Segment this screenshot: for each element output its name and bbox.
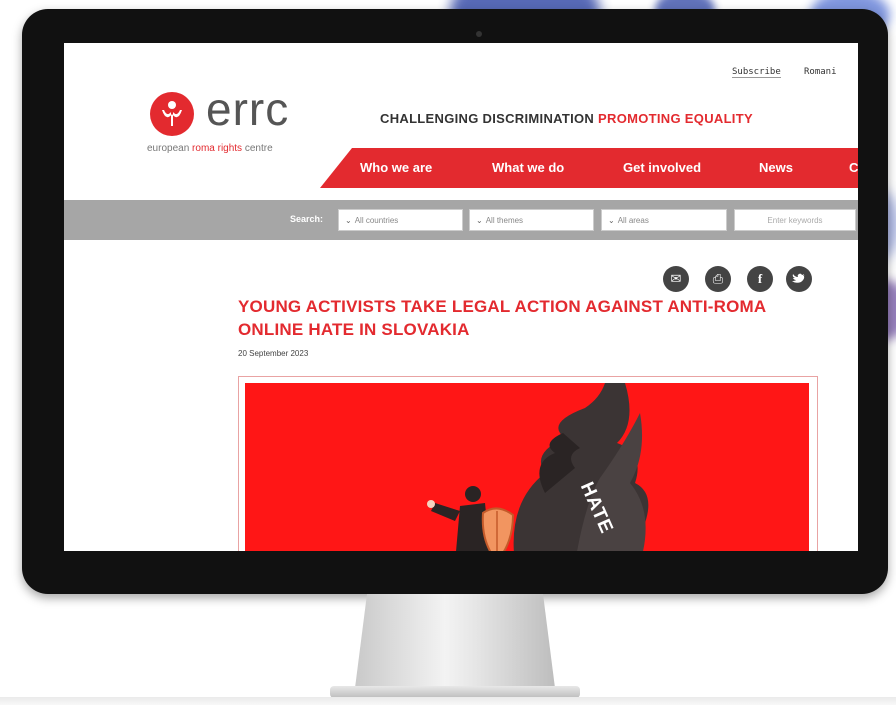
webcam-dot: [476, 31, 482, 37]
floor-shadow: [0, 697, 896, 705]
twitter-icon[interactable]: [786, 266, 812, 292]
monitor-stand: [355, 594, 555, 688]
search-label: Search:: [290, 214, 324, 224]
chevron-down-icon: ⌄: [345, 216, 352, 225]
chevron-down-icon: ⌄: [608, 216, 615, 225]
logo-subtitle: european roma rights centre: [147, 143, 273, 154]
site-tagline: CHALLENGING DISCRIMINATION PROMOTING EQU…: [380, 111, 753, 126]
language-link[interactable]: Romani: [804, 67, 837, 77]
nav-contact-truncated[interactable]: C: [849, 160, 858, 175]
errc-wordmark[interactable]: errc: [206, 83, 289, 135]
facebook-icon[interactable]: f: [747, 266, 773, 292]
keywords-input[interactable]: Enter keywords: [734, 209, 856, 231]
hero-illustration: HATE: [245, 383, 809, 551]
nav-what-we-do[interactable]: What we do: [492, 160, 564, 175]
themes-select[interactable]: ⌄ All themes: [469, 209, 594, 231]
nav-who-we-are[interactable]: Who we are: [360, 160, 432, 175]
nav-get-involved[interactable]: Get involved: [623, 160, 701, 175]
chevron-down-icon: ⌄: [476, 216, 483, 225]
browser-screen: Subscribe Romani errc european roma righ…: [64, 43, 858, 551]
errc-logo-icon[interactable]: [150, 92, 194, 136]
areas-select[interactable]: ⌄ All areas: [601, 209, 727, 231]
nav-news[interactable]: News: [759, 160, 793, 175]
email-icon[interactable]: ✉: [663, 266, 689, 292]
countries-select[interactable]: ⌄ All countries: [338, 209, 463, 231]
print-icon[interactable]: ⎙: [705, 266, 731, 292]
article-date: 20 September 2023: [238, 349, 309, 358]
subscribe-link[interactable]: Subscribe: [732, 67, 781, 78]
article-title: YOUNG ACTIVISTS TAKE LEGAL ACTION AGAINS…: [238, 297, 766, 339]
